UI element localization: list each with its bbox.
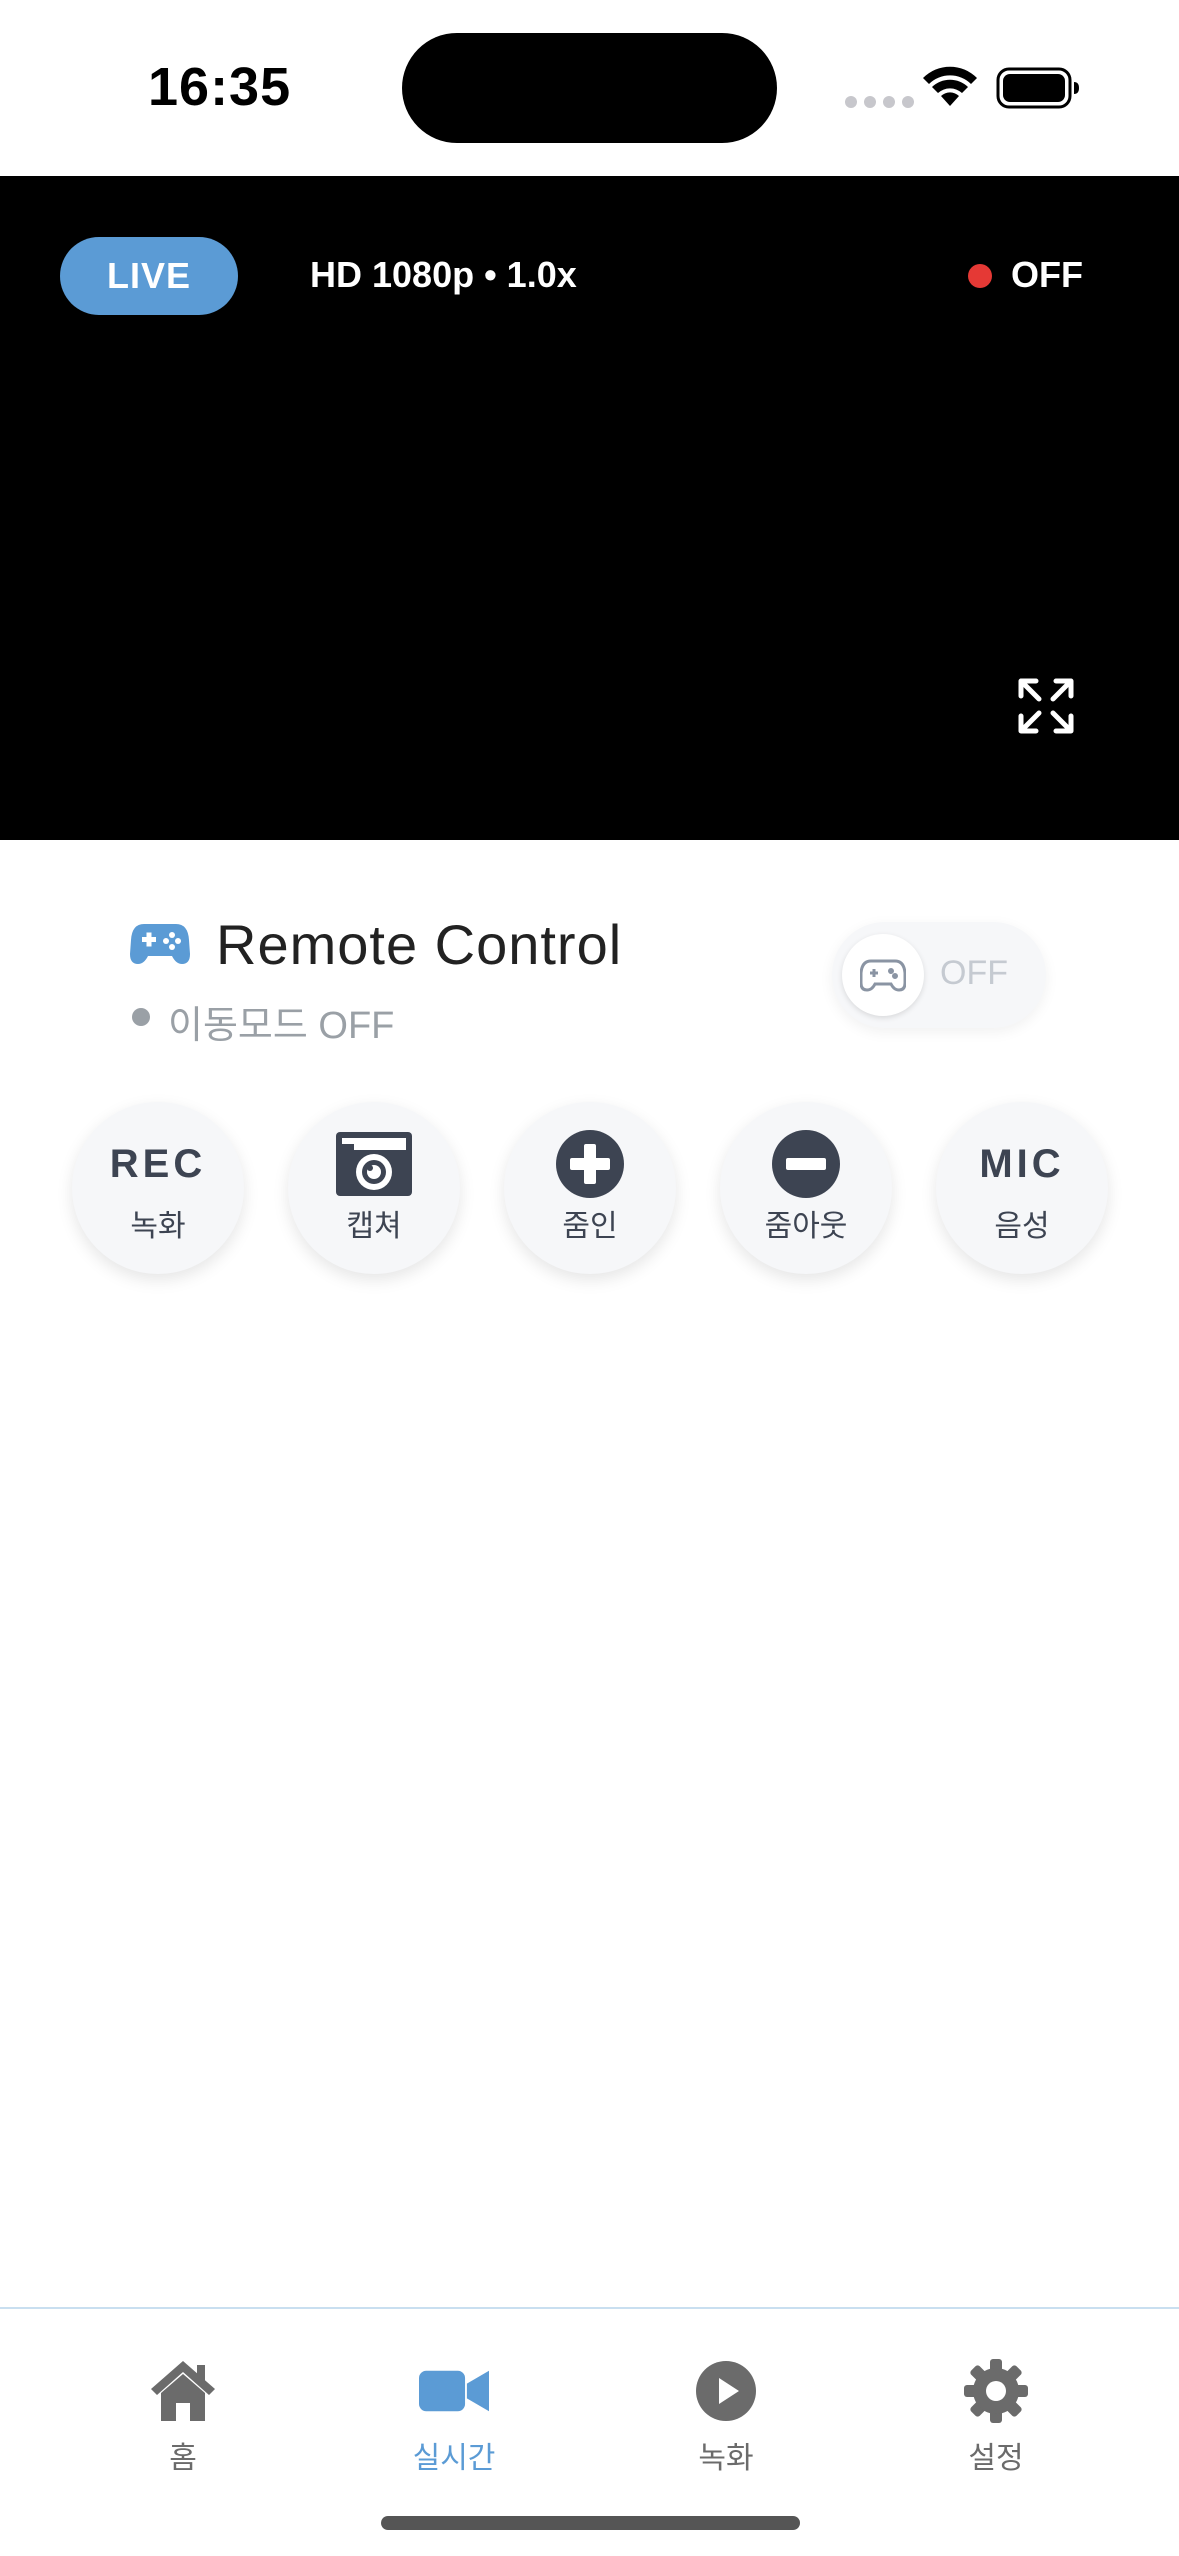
tab-recordings-label: 녹화 <box>698 2442 754 2475</box>
remote-control-title: Remote Control <box>216 913 623 976</box>
zoom-out-button[interactable]: 줌아웃 <box>720 1102 892 1274</box>
zoom-in-button-label: 줌인 <box>562 1210 618 1243</box>
control-buttons: REC 녹화 캡쳐 줌인 줌아웃 MIC 음성 <box>0 1102 1179 1282</box>
record-button[interactable]: REC 녹화 <box>72 1102 244 1274</box>
gear-icon <box>964 2359 1028 2423</box>
tab-home-label: 홈 <box>169 2442 197 2475</box>
record-button-label: 녹화 <box>130 1210 186 1243</box>
wifi-icon <box>923 66 977 106</box>
capture-button-label: 캡쳐 <box>346 1210 402 1243</box>
tab-home[interactable]: 홈 <box>83 2359 283 2477</box>
gamepad-icon <box>130 924 190 964</box>
mode-status-dot <box>132 1008 150 1026</box>
zoom-in-button[interactable]: 줌인 <box>504 1102 676 1274</box>
capture-button[interactable]: 캡쳐 <box>288 1102 460 1274</box>
live-badge: LIVE <box>60 237 238 315</box>
mic-button-label: 음성 <box>994 1210 1050 1243</box>
camera-icon <box>336 1132 412 1196</box>
tab-settings[interactable]: 설정 <box>896 2359 1096 2477</box>
status-bar: 16:35 <box>0 0 1179 176</box>
plus-circle-icon <box>556 1130 624 1198</box>
mic-button[interactable]: MIC 음성 <box>936 1102 1108 1274</box>
toggle-knob <box>842 934 924 1016</box>
status-time: 16:35 <box>148 57 292 117</box>
home-icon <box>151 2361 215 2421</box>
home-indicator <box>381 2516 800 2530</box>
cellular-signal-icon <box>845 96 914 108</box>
remote-control-toggle[interactable]: OFF <box>832 922 1046 1028</box>
tab-settings-label: 설정 <box>968 2442 1024 2475</box>
mode-status-text: 이동모드 OFF <box>168 1005 395 1047</box>
fullscreen-icon[interactable] <box>1016 676 1076 736</box>
video-stream[interactable]: LIVE HD 1080p • 1.0x OFF <box>0 176 1179 840</box>
gamepad-outline-icon <box>860 959 906 992</box>
record-status-dot <box>968 264 992 288</box>
play-circle-icon <box>696 2361 756 2421</box>
record-status: OFF <box>1011 254 1083 295</box>
dynamic-island <box>402 33 777 143</box>
rec-text: REC <box>109 1141 207 1186</box>
video-camera-icon <box>419 2370 489 2412</box>
tab-live-label: 실시간 <box>412 2442 496 2475</box>
mic-text: MIC <box>979 1141 1065 1186</box>
toggle-label: OFF <box>940 954 1008 992</box>
zoom-out-button-label: 줌아웃 <box>764 1210 848 1243</box>
stream-quality: HD 1080p • 1.0x <box>310 254 577 295</box>
tab-recordings[interactable]: 녹화 <box>626 2359 826 2477</box>
minus-circle-icon <box>772 1130 840 1198</box>
battery-icon <box>996 67 1079 109</box>
tab-live[interactable]: 실시간 <box>354 2359 554 2477</box>
